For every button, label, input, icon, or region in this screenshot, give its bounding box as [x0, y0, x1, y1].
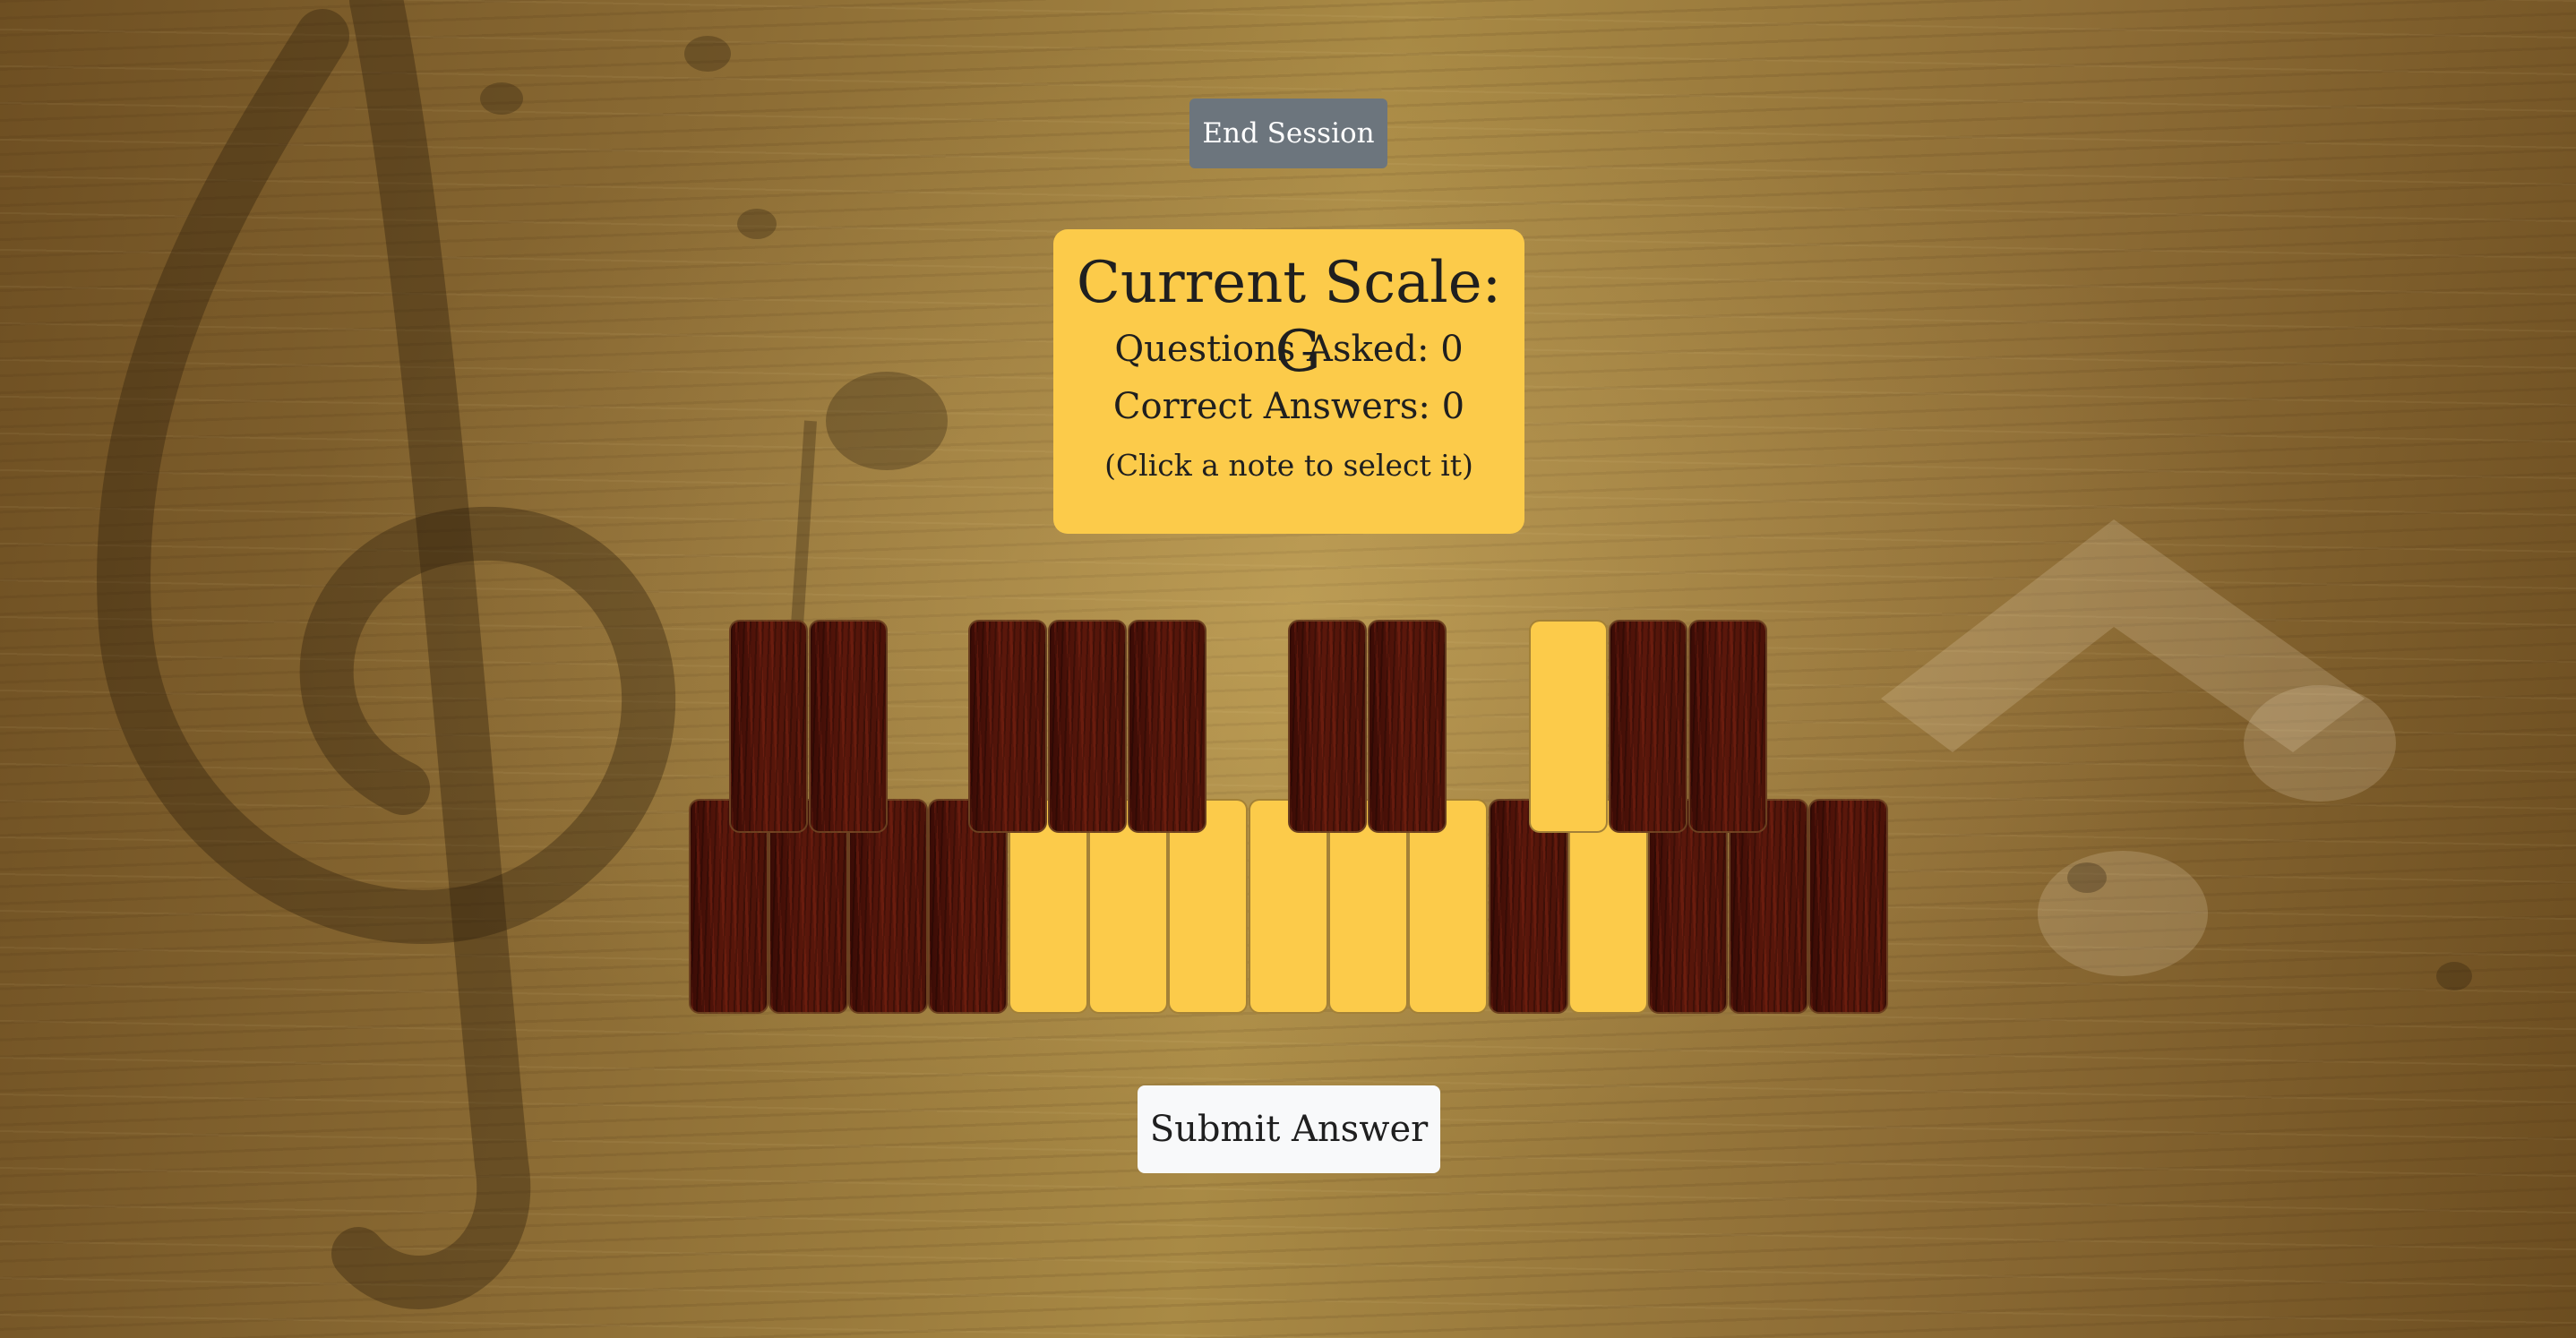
upper-key[interactable] — [809, 620, 888, 833]
upper-key[interactable] — [1368, 620, 1447, 833]
upper-key[interactable] — [1609, 620, 1687, 833]
upper-key[interactable] — [1688, 620, 1767, 833]
upper-key[interactable] — [1128, 620, 1206, 833]
submit-answer-button[interactable]: Submit Answer — [1138, 1085, 1440, 1173]
upper-key[interactable] — [1288, 620, 1367, 833]
upper-key[interactable] — [1048, 620, 1127, 833]
upper-key[interactable] — [729, 620, 808, 833]
lower-key[interactable] — [1808, 799, 1888, 1014]
upper-key[interactable] — [1529, 620, 1608, 833]
upper-key[interactable] — [968, 620, 1047, 833]
